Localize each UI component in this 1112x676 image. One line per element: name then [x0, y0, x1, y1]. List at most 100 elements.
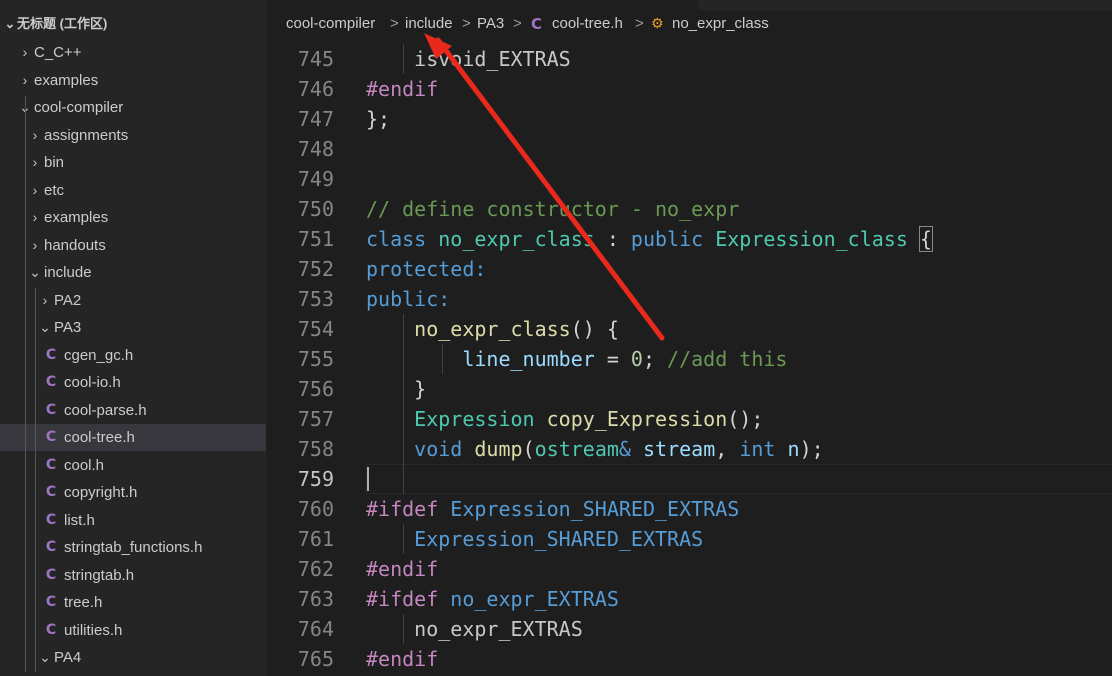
code-token: void	[414, 437, 463, 461]
code-line[interactable]: 747};	[266, 104, 1112, 134]
code-token: #endif	[366, 647, 439, 671]
chevron-right-icon[interactable]: ›	[18, 39, 32, 66]
folder-item-handouts[interactable]: › handouts	[0, 232, 266, 259]
code-line[interactable]: 759	[266, 464, 1112, 494]
breadcrumb-item-file[interactable]: cool-tree.h	[552, 10, 623, 38]
line-number: 757	[297, 407, 334, 431]
code-line[interactable]: 752 protected:	[266, 254, 1112, 284]
folder-item-c-c[interactable]: › C_C++	[0, 39, 266, 66]
folder-item-etc[interactable]: › etc	[0, 177, 266, 204]
chevron-down-icon[interactable]: ⌄	[28, 259, 42, 286]
tree-item-label: etc	[44, 181, 65, 199]
c-file-icon: C	[45, 401, 57, 418]
code-line[interactable]: 762 #endif	[266, 554, 1112, 584]
code-line[interactable]: 761 Expression_SHARED_EXTRAS	[266, 524, 1112, 554]
code-line[interactable]: 750 // define constructor - no_expr	[266, 194, 1112, 224]
file-item-cool-io-h[interactable]: Ccool-io.h	[0, 369, 266, 396]
folder-item-examples[interactable]: › examples	[0, 67, 266, 94]
code-text: void dump(ostream& stream, int n);	[366, 434, 823, 464]
file-item-cool-h[interactable]: Ccool.h	[0, 452, 266, 479]
chevron-right-icon[interactable]: ›	[38, 287, 52, 314]
code-line[interactable]: 749	[266, 164, 1112, 194]
code-text: isvoid_EXTRAS	[366, 44, 571, 74]
line-number: 748	[297, 137, 334, 161]
code-text: #ifdef Expression_SHARED_EXTRAS	[366, 494, 739, 524]
breadcrumb-item-include[interactable]: include	[405, 10, 453, 38]
folder-item-pa4[interactable]: ⌄ PA4	[0, 644, 266, 671]
folder-item-bin[interactable]: › bin	[0, 149, 266, 176]
code-line[interactable]: 760 #ifdef Expression_SHARED_EXTRAS	[266, 494, 1112, 524]
code-line[interactable]: 763 #ifdef no_expr_EXTRAS	[266, 584, 1112, 614]
file-item-cool-parse-h[interactable]: Ccool-parse.h	[0, 397, 266, 424]
code-line[interactable]: 748	[266, 134, 1112, 164]
code-token: stream	[643, 437, 716, 461]
tree-item-label: C_C++	[34, 44, 82, 61]
code-token: Expression_SHARED_EXTRAS	[450, 497, 740, 521]
c-file-icon: C	[45, 539, 57, 555]
folder-item-pa3[interactable]: ⌄ PA3	[0, 314, 266, 341]
chevron-down-icon[interactable]: ⌄	[38, 644, 52, 671]
file-item-stringtab-h[interactable]: Cstringtab.h	[0, 562, 266, 589]
tree-item-label: tree.h	[64, 594, 103, 611]
code-indent-guide	[403, 44, 404, 74]
active-tab[interactable]	[266, 0, 698, 10]
file-item-copyright-h[interactable]: Ccopyright.h	[0, 479, 266, 506]
code-indent-guide	[442, 344, 443, 374]
code-line[interactable]: 758 void dump(ostream& stream, int n);	[266, 434, 1112, 464]
code-indent-guide	[403, 314, 404, 494]
code-line[interactable]: 753 public:	[266, 284, 1112, 314]
tree-item-label: list.h	[64, 511, 95, 529]
code-line[interactable]: 751 class no_expr_class : public Expressi…	[266, 224, 1112, 254]
code-indent-guide	[403, 614, 404, 644]
line-number: 764	[297, 617, 334, 641]
folder-item-pa2[interactable]: › PA2	[0, 287, 266, 314]
code-line[interactable]: 765 #endif	[266, 644, 1112, 674]
chevron-down-icon[interactable]: ⌄	[4, 10, 16, 37]
code-token: dump	[474, 437, 523, 461]
line-number: 756	[297, 377, 334, 401]
folder-item-cool-compiler[interactable]: ⌄cool-compiler	[0, 94, 266, 121]
chevron-right-icon[interactable]: ›	[28, 149, 42, 176]
line-number: 755	[297, 347, 334, 371]
workspace-header[interactable]: ⌄ 无标题 (工作区)	[0, 10, 266, 37]
code-line[interactable]: 746 #endif	[266, 74, 1112, 104]
line-number: 758	[297, 437, 334, 461]
code-token: =	[594, 347, 631, 371]
tree-item-label: PA3	[54, 319, 82, 336]
code-text: }	[366, 374, 426, 404]
code-line[interactable]: 754 no_expr_class() {	[266, 314, 1112, 344]
folder-item-assignments[interactable]: › assignments	[0, 122, 266, 149]
code-line[interactable]: 745 isvoid_EXTRAS	[266, 44, 1112, 74]
folder-item-include[interactable]: ⌄ include	[0, 259, 266, 286]
code-line[interactable]: 764 no_expr_EXTRAS	[266, 614, 1112, 644]
breadcrumb: cool-compiler > include > PA3 > C cool-t…	[266, 10, 1112, 38]
file-item-stringtab-functions-h[interactable]: Cstringtab_functions.h	[0, 534, 266, 561]
chevron-right-icon[interactable]: ›	[28, 232, 42, 259]
c-file-icon: C	[531, 15, 543, 33]
file-item-utilities-h[interactable]: Cutilities.h	[0, 617, 266, 644]
code-line[interactable]: 755 line_number = 0; //add this	[266, 344, 1112, 374]
breadcrumb-item-pa3[interactable]: PA3	[477, 10, 504, 38]
breadcrumb-item-symbol[interactable]: no_expr_class	[672, 10, 769, 38]
file-item-cgen-gc-h[interactable]: Ccgen_gc.h	[0, 342, 266, 369]
file-item-tree-h[interactable]: Ctree.h	[0, 589, 266, 616]
file-item-list-h[interactable]: Clist.h	[0, 507, 266, 534]
chevron-right-icon[interactable]: ›	[18, 67, 32, 94]
chevron-down-icon[interactable]: ⌄	[38, 314, 52, 341]
code-line[interactable]: 756 }	[266, 374, 1112, 404]
code-text: line_number = 0; //add this	[366, 344, 787, 374]
code-text: no_expr_EXTRAS	[366, 614, 583, 644]
folder-item-examples[interactable]: › examples	[0, 204, 266, 231]
breadcrumb-item-cool-compiler[interactable]: cool-compiler	[286, 10, 375, 38]
chevron-right-icon[interactable]: ›	[28, 122, 42, 149]
code-line[interactable]: 757 Expression copy_Expression();	[266, 404, 1112, 434]
c-file-icon: C	[45, 511, 57, 528]
chevron-right-icon[interactable]: ›	[28, 204, 42, 231]
code-editor[interactable]: cool-compiler > include > PA3 > C cool-t…	[266, 0, 1112, 676]
chevron-right-icon[interactable]: ›	[28, 177, 42, 204]
file-item-cool-tree-h[interactable]: Ccool-tree.h	[0, 424, 266, 451]
